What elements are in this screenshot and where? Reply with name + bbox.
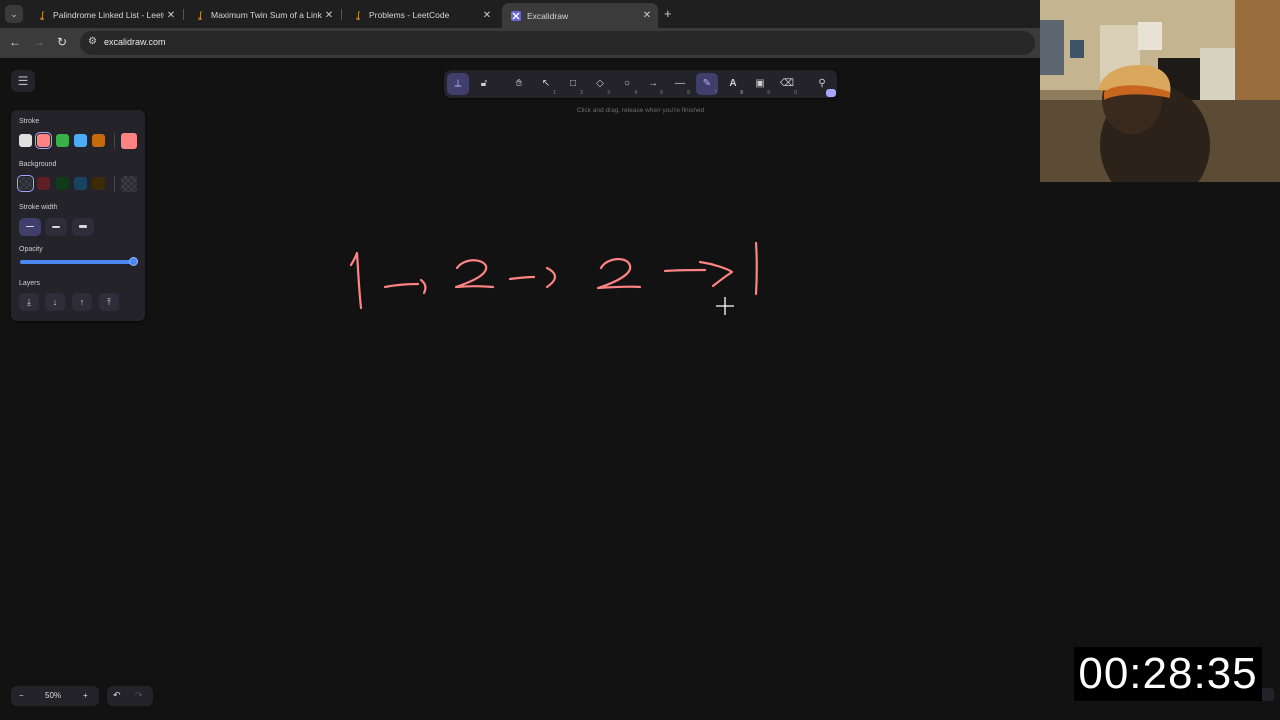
webcam-overlay: [1040, 0, 1280, 182]
undo-redo-controls: ↶ ↷: [107, 686, 153, 706]
drawn-digit-1: [754, 241, 758, 296]
undo-button[interactable]: ↶: [113, 690, 121, 701]
zoom-in-button[interactable]: +: [83, 691, 88, 700]
zoom-out-button[interactable]: −: [19, 691, 24, 700]
help-button[interactable]: [1261, 688, 1274, 701]
drawn-digit-2: [596, 258, 642, 290]
drawn-arrow: [383, 278, 427, 295]
canvas-drawing[interactable]: [0, 0, 1040, 720]
drawn-arrow: [508, 266, 556, 289]
redo-button[interactable]: ↷: [135, 690, 143, 701]
crosshair-cursor-icon: [716, 297, 734, 315]
elapsed-timer: 00:28:35: [1074, 647, 1262, 701]
zoom-level[interactable]: 50%: [45, 691, 61, 700]
zoom-controls: − 50% +: [11, 686, 99, 706]
drawn-digit-1: [349, 251, 363, 310]
drawn-digit-2: [454, 259, 495, 289]
drawn-arrow: [663, 260, 734, 288]
